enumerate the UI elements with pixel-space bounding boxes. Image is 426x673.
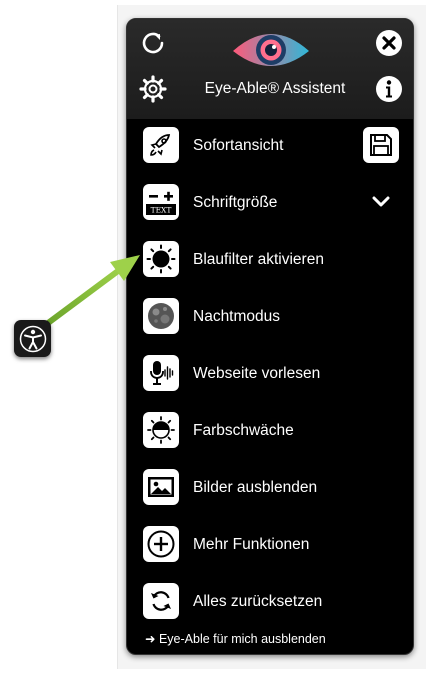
menu-item-schriftgroesse[interactable]: TEXT Schriftgröße <box>127 174 413 231</box>
hide-eye-able-link[interactable]: ➜ Eye-Able für mich ausblenden <box>145 631 326 647</box>
color-weakness-icon <box>143 412 179 448</box>
menu-item-farbschwaeche[interactable]: Farbschwäche <box>127 402 413 459</box>
menu-item-mehr-funktionen[interactable]: Mehr Funktionen <box>127 516 413 573</box>
menu-item-bilder[interactable]: Bilder ausblenden <box>127 459 413 516</box>
eye-able-panel: Eye-Able® Assistent Sofortansicht TEXT S… <box>126 18 414 655</box>
panel-header: Eye-Able® Assistent <box>127 19 413 119</box>
rocket-icon <box>143 127 179 163</box>
sun-icon <box>143 241 179 277</box>
text-size-icon: TEXT <box>143 184 179 220</box>
menu-item-label: Webseite vorlesen <box>193 365 321 382</box>
menu-item-label: Blaufilter aktivieren <box>193 251 324 268</box>
save-button[interactable] <box>363 127 399 163</box>
save-icon <box>370 134 392 156</box>
moon-icon <box>143 298 179 334</box>
image-icon <box>143 469 179 505</box>
eye-able-launcher-button[interactable] <box>14 320 51 357</box>
panel-title: Eye-Able® Assistent <box>204 80 346 97</box>
settings-icon <box>139 75 167 103</box>
menu-item-label: Nachtmodus <box>193 308 281 325</box>
info-button[interactable] <box>373 73 405 105</box>
menu-item-label: Mehr Funktionen <box>193 536 310 553</box>
menu-item-vorlesen[interactable]: Webseite vorlesen <box>127 345 413 402</box>
close-icon <box>376 30 402 56</box>
chevron-down-icon <box>372 196 390 207</box>
eye-logo <box>231 25 311 73</box>
menu-item-sofortansicht[interactable]: Sofortansicht <box>127 117 413 174</box>
settings-button[interactable] <box>137 73 169 105</box>
menu-item-label: Sofortansicht <box>193 137 284 154</box>
menu-item-label: Farbschwäche <box>193 422 294 439</box>
expand-button[interactable] <box>363 184 399 220</box>
menu-item-nachtmodus[interactable]: Nachtmodus <box>127 288 413 345</box>
menu-item-blaufilter[interactable]: Blaufilter aktivieren <box>127 231 413 288</box>
plus-circle-icon <box>143 526 179 562</box>
reload-button[interactable] <box>137 27 169 59</box>
accessibility-person-icon <box>19 325 46 352</box>
info-icon <box>376 76 402 102</box>
menu-item-zuruecksetzen[interactable]: Alles zurücksetzen <box>127 573 413 630</box>
close-button[interactable] <box>373 27 405 59</box>
text-size-icon-label: TEXT <box>151 206 172 215</box>
menu-item-label: Schriftgröße <box>193 194 278 211</box>
reload-icon <box>142 32 164 54</box>
menu-item-label: Bilder ausblenden <box>193 479 318 496</box>
reset-icon <box>143 583 179 619</box>
menu-item-label: Alles zurücksetzen <box>193 593 323 610</box>
microphone-icon <box>143 355 179 391</box>
